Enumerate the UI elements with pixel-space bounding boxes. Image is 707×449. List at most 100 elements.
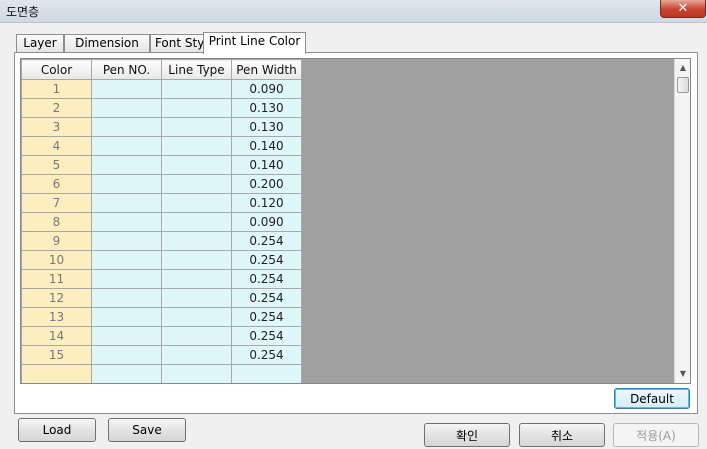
vertical-scrollbar[interactable]: ▲ ▼ [674,59,690,383]
pen-width-cell[interactable]: 0.140 [231,155,302,175]
line-type-cell[interactable] [161,307,232,327]
pen-width-cell[interactable]: 0.140 [231,136,302,156]
pen-width-cell[interactable]: 0.130 [231,117,302,137]
column-header-color[interactable]: Color [21,59,92,80]
tab-layer[interactable]: Layer [16,34,64,53]
table-row[interactable]: 14 0.254 [21,326,302,346]
color-cell[interactable] [21,364,92,383]
pen-width-cell[interactable] [231,364,302,383]
pen-no-cell[interactable] [91,364,162,383]
line-type-cell[interactable] [161,345,232,365]
ok-button[interactable]: 확인 [424,423,510,447]
table-row[interactable]: 7 0.120 [21,193,302,213]
color-cell[interactable]: 5 [21,155,92,175]
table-row[interactable]: 15 0.254 [21,345,302,365]
line-type-cell[interactable] [161,212,232,232]
pen-width-cell[interactable]: 0.254 [231,288,302,308]
pen-no-cell[interactable] [91,136,162,156]
line-type-cell[interactable] [161,269,232,289]
pen-width-cell[interactable]: 0.120 [231,193,302,213]
line-type-cell[interactable] [161,193,232,213]
line-type-cell[interactable] [161,288,232,308]
table-row[interactable]: 11 0.254 [21,269,302,289]
pen-width-cell[interactable]: 0.090 [231,212,302,232]
color-cell[interactable]: 3 [21,117,92,137]
line-type-cell[interactable] [161,136,232,156]
pen-no-cell[interactable] [91,155,162,175]
table-row[interactable]: 9 0.254 [21,231,302,251]
save-button[interactable]: Save [108,418,186,442]
table-row[interactable] [21,364,302,383]
pen-width-cell[interactable]: 0.254 [231,250,302,270]
pen-no-cell[interactable] [91,79,162,99]
pen-no-cell[interactable] [91,250,162,270]
tab-dimension[interactable]: Dimension [64,34,150,53]
scroll-down-icon[interactable]: ▼ [675,365,690,381]
table-row[interactable]: 2 0.130 [21,98,302,118]
line-type-cell[interactable] [161,250,232,270]
line-type-cell[interactable] [161,326,232,346]
pen-width-cell[interactable]: 0.130 [231,98,302,118]
scroll-up-icon[interactable]: ▲ [675,59,690,75]
pen-width-cell[interactable]: 0.254 [231,307,302,327]
color-cell[interactable]: 13 [21,307,92,327]
color-cell[interactable]: 11 [21,269,92,289]
pen-width-cell[interactable]: 0.254 [231,345,302,365]
line-type-cell[interactable] [161,98,232,118]
color-cell[interactable]: 15 [21,345,92,365]
column-header-pen-width[interactable]: Pen Width [231,59,302,80]
default-button[interactable]: Default [614,388,690,409]
table-row[interactable]: 5 0.140 [21,155,302,175]
apply-button[interactable]: 적용(A) [613,423,699,447]
pen-width-cell[interactable]: 0.090 [231,79,302,99]
tab-print-line-color[interactable]: Print Line Color [203,32,306,54]
pen-width-cell[interactable]: 0.254 [231,326,302,346]
color-cell[interactable]: 8 [21,212,92,232]
pen-width-cell[interactable]: 0.200 [231,174,302,194]
table-row[interactable]: 12 0.254 [21,288,302,308]
color-cell[interactable]: 10 [21,250,92,270]
pen-no-cell[interactable] [91,98,162,118]
table-row[interactable]: 13 0.254 [21,307,302,327]
pen-no-cell[interactable] [91,231,162,251]
table-row[interactable]: 10 0.254 [21,250,302,270]
cancel-button[interactable]: 취소 [519,423,605,447]
pen-no-cell[interactable] [91,307,162,327]
table-row[interactable]: 6 0.200 [21,174,302,194]
print-line-color-grid[interactable]: Color Pen NO. Line Type Pen Width 1 0.090… [20,58,691,384]
pen-no-cell[interactable] [91,193,162,213]
color-cell[interactable]: 2 [21,98,92,118]
color-cell[interactable]: 14 [21,326,92,346]
scroll-thumb[interactable] [677,77,689,93]
table-row[interactable]: 1 0.090 [21,79,302,99]
line-type-cell[interactable] [161,79,232,99]
line-type-cell[interactable] [161,364,232,383]
line-type-cell[interactable] [161,174,232,194]
line-type-cell[interactable] [161,231,232,251]
pen-no-cell[interactable] [91,288,162,308]
table-row[interactable]: 4 0.140 [21,136,302,156]
column-header-line-type[interactable]: Line Type [161,59,232,80]
close-icon: ✕ [677,1,689,16]
pen-no-cell[interactable] [91,212,162,232]
color-cell[interactable]: 7 [21,193,92,213]
color-cell[interactable]: 6 [21,174,92,194]
color-cell[interactable]: 12 [21,288,92,308]
column-header-pen-no[interactable]: Pen NO. [91,59,162,80]
close-button[interactable]: ✕ [660,0,706,18]
table-row[interactable]: 8 0.090 [21,212,302,232]
pen-no-cell[interactable] [91,269,162,289]
color-cell[interactable]: 9 [21,231,92,251]
line-type-cell[interactable] [161,155,232,175]
pen-no-cell[interactable] [91,326,162,346]
color-cell[interactable]: 4 [21,136,92,156]
pen-no-cell[interactable] [91,117,162,137]
table-row[interactable]: 3 0.130 [21,117,302,137]
line-type-cell[interactable] [161,117,232,137]
load-button[interactable]: Load [18,418,96,442]
color-cell[interactable]: 1 [21,79,92,99]
pen-no-cell[interactable] [91,345,162,365]
pen-width-cell[interactable]: 0.254 [231,231,302,251]
pen-no-cell[interactable] [91,174,162,194]
pen-width-cell[interactable]: 0.254 [231,269,302,289]
